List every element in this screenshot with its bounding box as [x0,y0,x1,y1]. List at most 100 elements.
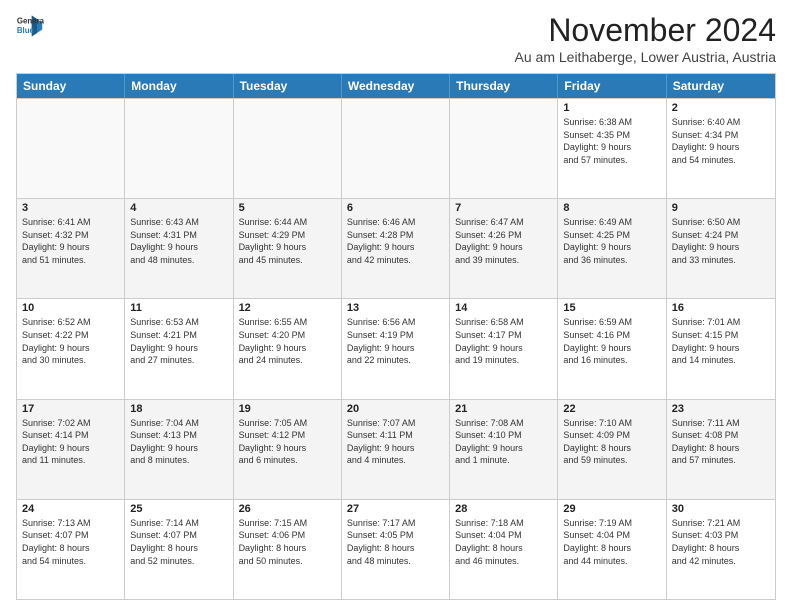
cal-cell: 4 Sunrise: 6:43 AM Sunset: 4:31 PM Daylig… [125,199,233,298]
day-number: 19 [239,403,336,415]
cal-cell: 12Sunrise: 6:55 AM Sunset: 4:20 PM Dayli… [234,299,342,398]
day-number: 24 [22,503,119,515]
cal-cell: 30 Sunrise: 7:21 AM Sunset: 4:03 PM Dayli… [667,500,775,599]
day-info: Sunrise: 6:47 AM Sunset: 4:26 PM Dayligh… [455,216,552,266]
day-number: 6 [347,202,444,214]
day-number: 29 [563,503,660,515]
day-number: 17 [22,403,119,415]
day-number: 25 [130,503,227,515]
day-info: Sunrise: 7:18 AM Sunset: 4:04 PM Dayligh… [455,517,552,567]
day-info: Sunrise: 7:15 AM Sunset: 4:06 PM Dayligh… [239,517,336,567]
day-number: 3 [22,202,119,214]
week-row-1: 3 Sunrise: 6:41 AM Sunset: 4:32 PM Daylig… [17,198,775,298]
header-day-friday: Friday [558,74,666,98]
day-number: 21 [455,403,552,415]
cal-cell: 8 Sunrise: 6:49 AM Sunset: 4:25 PM Daylig… [558,199,666,298]
cal-cell: 24 Sunrise: 7:13 AM Sunset: 4:07 PM Dayli… [17,500,125,599]
day-info: Sunrise: 6:40 AM Sunset: 4:34 PM Dayligh… [672,116,770,166]
cal-cell: 19 Sunrise: 7:05 AM Sunset: 4:12 PM Dayli… [234,400,342,499]
day-number: 5 [239,202,336,214]
day-number: 1 [563,102,660,114]
day-info: Sunrise: 7:04 AM Sunset: 4:13 PM Dayligh… [130,417,227,467]
cal-cell: 2 Sunrise: 6:40 AM Sunset: 4:34 PM Daylig… [667,99,775,198]
day-number: 12 [239,302,336,314]
day-number: 14 [455,302,552,314]
day-number: 2 [672,102,770,114]
cal-cell [450,99,558,198]
day-number: 11 [130,302,227,314]
day-number: 30 [672,503,770,515]
day-info: Sunrise: 7:21 AM Sunset: 4:03 PM Dayligh… [672,517,770,567]
day-info: Sunrise: 7:13 AM Sunset: 4:07 PM Dayligh… [22,517,119,567]
cal-cell [125,99,233,198]
header-day-tuesday: Tuesday [234,74,342,98]
day-number: 27 [347,503,444,515]
cal-cell: 6Sunrise: 6:46 AM Sunset: 4:28 PM Daylig… [342,199,450,298]
day-info: Sunrise: 6:43 AM Sunset: 4:31 PM Dayligh… [130,216,227,266]
page: General Blue November 2024 Au am Leithab… [0,0,792,612]
day-info: Sunrise: 6:58 AM Sunset: 4:17 PM Dayligh… [455,316,552,366]
cal-cell: 11Sunrise: 6:53 AM Sunset: 4:21 PM Dayli… [125,299,233,398]
day-number: 9 [672,202,770,214]
calendar-body: 1Sunrise: 6:38 AM Sunset: 4:35 PM Daylig… [17,98,775,599]
week-row-2: 10 Sunrise: 6:52 AM Sunset: 4:22 PM Dayli… [17,298,775,398]
subtitle: Au am Leithaberge, Lower Austria, Austri… [515,49,776,65]
day-number: 28 [455,503,552,515]
cal-cell: 29Sunrise: 7:19 AM Sunset: 4:04 PM Dayli… [558,500,666,599]
day-info: Sunrise: 7:02 AM Sunset: 4:14 PM Dayligh… [22,417,119,467]
day-info: Sunrise: 6:52 AM Sunset: 4:22 PM Dayligh… [22,316,119,366]
cal-cell: 27 Sunrise: 7:17 AM Sunset: 4:05 PM Dayli… [342,500,450,599]
day-info: Sunrise: 6:56 AM Sunset: 4:19 PM Dayligh… [347,316,444,366]
cal-cell: 9 Sunrise: 6:50 AM Sunset: 4:24 PM Daylig… [667,199,775,298]
cal-cell: 7Sunrise: 6:47 AM Sunset: 4:26 PM Daylig… [450,199,558,298]
day-info: Sunrise: 6:41 AM Sunset: 4:32 PM Dayligh… [22,216,119,266]
day-number: 8 [563,202,660,214]
day-info: Sunrise: 7:14 AM Sunset: 4:07 PM Dayligh… [130,517,227,567]
cal-cell: 3 Sunrise: 6:41 AM Sunset: 4:32 PM Daylig… [17,199,125,298]
day-info: Sunrise: 7:07 AM Sunset: 4:11 PM Dayligh… [347,417,444,467]
day-number: 4 [130,202,227,214]
cal-cell: 1Sunrise: 6:38 AM Sunset: 4:35 PM Daylig… [558,99,666,198]
cal-cell [17,99,125,198]
day-info: Sunrise: 7:11 AM Sunset: 4:08 PM Dayligh… [672,417,770,467]
day-info: Sunrise: 7:10 AM Sunset: 4:09 PM Dayligh… [563,417,660,467]
cal-cell: 14 Sunrise: 6:58 AM Sunset: 4:17 PM Dayli… [450,299,558,398]
cal-cell: 22 Sunrise: 7:10 AM Sunset: 4:09 PM Dayli… [558,400,666,499]
calendar-header: SundayMondayTuesdayWednesdayThursdayFrid… [17,74,775,98]
day-info: Sunrise: 7:05 AM Sunset: 4:12 PM Dayligh… [239,417,336,467]
day-number: 26 [239,503,336,515]
day-number: 18 [130,403,227,415]
cal-cell [342,99,450,198]
day-info: Sunrise: 7:01 AM Sunset: 4:15 PM Dayligh… [672,316,770,366]
cal-cell: 13 Sunrise: 6:56 AM Sunset: 4:19 PM Dayli… [342,299,450,398]
day-number: 16 [672,302,770,314]
header-day-thursday: Thursday [450,74,558,98]
header-day-wednesday: Wednesday [342,74,450,98]
day-info: Sunrise: 6:50 AM Sunset: 4:24 PM Dayligh… [672,216,770,266]
header: General Blue November 2024 Au am Leithab… [16,12,776,65]
logo: General Blue [16,12,44,40]
cal-cell: 23Sunrise: 7:11 AM Sunset: 4:08 PM Dayli… [667,400,775,499]
main-title: November 2024 [515,12,776,49]
calendar: SundayMondayTuesdayWednesdayThursdayFrid… [16,73,776,600]
day-info: Sunrise: 6:49 AM Sunset: 4:25 PM Dayligh… [563,216,660,266]
cal-cell [234,99,342,198]
header-day-monday: Monday [125,74,233,98]
day-number: 10 [22,302,119,314]
cal-cell: 26 Sunrise: 7:15 AM Sunset: 4:06 PM Dayli… [234,500,342,599]
header-day-sunday: Sunday [17,74,125,98]
svg-text:Blue: Blue [17,26,35,35]
day-number: 13 [347,302,444,314]
day-info: Sunrise: 6:44 AM Sunset: 4:29 PM Dayligh… [239,216,336,266]
cal-cell: 10 Sunrise: 6:52 AM Sunset: 4:22 PM Dayli… [17,299,125,398]
day-number: 20 [347,403,444,415]
logo-icon: General Blue [16,12,44,40]
cal-cell: 21 Sunrise: 7:08 AM Sunset: 4:10 PM Dayli… [450,400,558,499]
day-number: 22 [563,403,660,415]
cal-cell: 17 Sunrise: 7:02 AM Sunset: 4:14 PM Dayli… [17,400,125,499]
day-info: Sunrise: 7:08 AM Sunset: 4:10 PM Dayligh… [455,417,552,467]
cal-cell: 15Sunrise: 6:59 AM Sunset: 4:16 PM Dayli… [558,299,666,398]
day-info: Sunrise: 6:59 AM Sunset: 4:16 PM Dayligh… [563,316,660,366]
svg-text:General: General [17,16,44,25]
day-info: Sunrise: 7:17 AM Sunset: 4:05 PM Dayligh… [347,517,444,567]
